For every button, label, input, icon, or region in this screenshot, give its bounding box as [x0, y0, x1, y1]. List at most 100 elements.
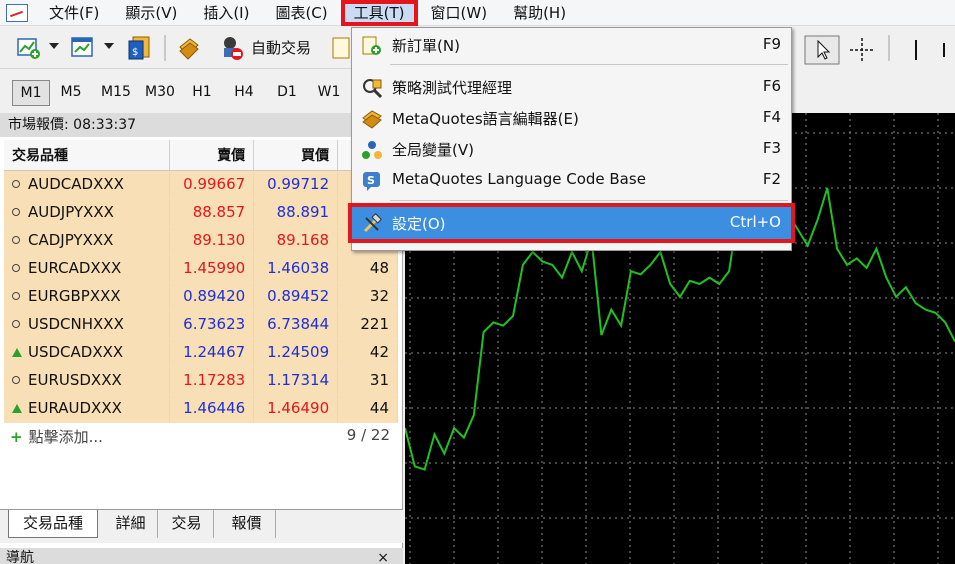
table-row[interactable]: EURCADXXX 1.45990 1.46038 48 — [4, 254, 398, 283]
table-row[interactable]: EURAUDXXX 1.46446 1.46490 44 — [4, 394, 398, 423]
cursor-tool-icon[interactable] — [804, 35, 840, 65]
plus-icon: + — [10, 428, 23, 446]
up-arrow-icon — [12, 404, 22, 413]
bid-cell: 0.99667 — [169, 170, 255, 199]
menu-item-label: 策略測試代理經理 — [392, 79, 513, 97]
tab-symbols[interactable]: 交易品種 — [8, 510, 98, 538]
metaeditor-icon — [362, 110, 382, 129]
timeframe-m1[interactable]: M1 — [12, 80, 50, 106]
menu-item-shortcut: Ctrl+O — [729, 213, 781, 231]
tab-details[interactable]: 詳細 — [104, 510, 158, 538]
table-row[interactable]: CADJPYXXX 89.130 89.168 — [4, 226, 398, 255]
ask-cell: 1.24509 — [253, 338, 339, 367]
strategy-tester-icon — [363, 79, 383, 99]
ask-cell: 0.99712 — [253, 170, 339, 199]
symbol-name: EURAUDXXX — [28, 399, 122, 417]
symbol-cell: AUDCADXXX — [4, 170, 171, 199]
column-header-symbol[interactable]: 交易品種 — [4, 140, 171, 171]
menu-tools[interactable]: 工具(T) — [340, 0, 418, 26]
symbol-name: EURCADXXX — [28, 259, 122, 277]
symbol-cell: USDCADXXX — [4, 338, 171, 367]
timeframe-d1[interactable]: D1 — [271, 80, 303, 106]
column-header-bid[interactable]: 賣價 — [169, 140, 255, 171]
market-watch-panel: 市場報價: 08:33:37 交易品種 賣價 買價 AUDCADXXX 0.996… — [0, 113, 403, 564]
menu-help[interactable]: 幫助(H) — [500, 0, 579, 26]
menu-item-label: 全局變量(V) — [392, 141, 474, 159]
bid-cell: 88.857 — [169, 198, 255, 227]
ask-cell: 1.17314 — [253, 366, 339, 395]
menu-file[interactable]: 文件(F) — [36, 0, 112, 26]
bid-cell: 6.73623 — [169, 310, 255, 339]
add-symbol-row[interactable]: + 點擊添加... — [10, 426, 103, 447]
horizontal-line-icon[interactable] — [934, 35, 954, 65]
spread-cell: 44 — [337, 394, 398, 423]
bid-cell: 1.46446 — [169, 394, 255, 423]
timeframe-h4[interactable]: H4 — [228, 80, 260, 106]
table-row[interactable]: USDCNHXXX 6.73623 6.73844 221 — [4, 310, 398, 339]
column-header-ask[interactable]: 買價 — [253, 140, 339, 171]
bid-cell: 89.130 — [169, 226, 255, 255]
auto-trading-icon[interactable] — [218, 35, 244, 61]
spread-cell: 32 — [337, 282, 398, 311]
table-row[interactable]: EURGBPXXX 0.89420 0.89452 32 — [4, 282, 398, 311]
chevron-down-icon[interactable] — [49, 43, 59, 49]
ask-cell: 89.168 — [253, 226, 339, 255]
menu-window[interactable]: 窗口(W) — [418, 0, 501, 26]
symbol-name: USDCNHXXX — [28, 315, 124, 333]
close-icon[interactable]: × — [377, 548, 389, 564]
timeframe-m15[interactable]: M15 — [96, 80, 136, 106]
menu-item-new-order[interactable]: 新訂單(N) F9 — [352, 30, 791, 60]
market-watch-tabs: 交易品種 詳細 交易 報價 — [0, 509, 403, 543]
menu-insert[interactable]: 插入(I) — [190, 0, 262, 26]
menu-item-global-variables[interactable]: 全局變量(V) F3 — [352, 134, 791, 164]
timeframe-w1[interactable]: W1 — [313, 80, 345, 106]
svg-text:S: S — [367, 174, 375, 187]
spread-cell: 48 — [337, 254, 398, 283]
menu-bar: 文件(F) 顯示(V) 插入(I) 圖表(C) 工具(T) 窗口(W) 幫助(H… — [0, 0, 955, 26]
vertical-line-icon[interactable] — [906, 35, 926, 65]
menu-view[interactable]: 顯示(V) — [112, 0, 190, 26]
new-chart-icon[interactable] — [16, 35, 42, 61]
crosshair-icon[interactable] — [847, 35, 877, 65]
symbol-name: CADJPYXXX — [28, 231, 114, 249]
symbol-cell: EURCADXXX — [4, 254, 171, 283]
ask-cell: 88.891 — [253, 198, 339, 227]
symbol-cell: EURGBPXXX — [4, 282, 171, 311]
menu-item-strategy-tester-agents[interactable]: 策略測試代理經理 F6 — [352, 72, 791, 102]
global-variables-icon — [362, 141, 382, 159]
menu-item-options[interactable]: 設定(O) Ctrl+O — [348, 203, 795, 243]
spread-cell: 42 — [337, 338, 398, 367]
table-row[interactable]: EURUSDXXX 1.17283 1.17314 31 — [4, 366, 398, 395]
tab-ticks[interactable]: 報價 — [218, 510, 276, 538]
menu-item-codebase[interactable]: S MetaQuotes Language Code Base F2 — [352, 165, 791, 195]
timeframe-m30[interactable]: M30 — [140, 80, 180, 106]
bullet-icon — [12, 208, 20, 216]
menu-item-label: 新訂單(N) — [392, 37, 460, 55]
spread-cell: 221 — [337, 310, 398, 339]
timeframe-m5[interactable]: M5 — [54, 80, 88, 106]
bullet-icon — [12, 236, 20, 244]
table-row[interactable]: USDCADXXX 1.24467 1.24509 42 — [4, 338, 398, 367]
menu-item-label: 設定(O) — [392, 215, 446, 233]
menu-item-shortcut: F3 — [762, 139, 781, 157]
ask-cell: 1.46038 — [253, 254, 339, 283]
new-order-icon — [362, 36, 381, 55]
tab-trading[interactable]: 交易 — [160, 510, 214, 538]
navigator-title-bar: 導航 × — [0, 548, 403, 564]
symbol-name: EURUSDXXX — [28, 371, 122, 389]
metaeditor-icon[interactable] — [176, 35, 202, 61]
table-row[interactable]: AUDJPYXXX 88.857 88.891 — [4, 198, 398, 227]
timeframe-h1[interactable]: H1 — [186, 80, 218, 106]
table-row[interactable]: AUDCADXXX 0.99667 0.99712 — [4, 170, 398, 199]
chevron-down-icon[interactable] — [104, 43, 114, 49]
symbol-name: AUDCADXXX — [28, 175, 124, 193]
profiles-icon[interactable] — [70, 35, 96, 61]
spread-cell: 31 — [337, 366, 398, 395]
bullet-icon — [12, 376, 20, 384]
codebase-icon: S — [363, 172, 380, 191]
market-watch-icon[interactable]: $ — [126, 35, 152, 61]
menu-charts[interactable]: 圖表(C) — [262, 0, 340, 26]
menu-item-metaeditor[interactable]: MetaQuotes語言編輯器(E) F4 — [352, 103, 791, 133]
auto-trading-label[interactable]: 自動交易 — [251, 38, 311, 58]
symbol-cell: CADJPYXXX — [4, 226, 171, 255]
